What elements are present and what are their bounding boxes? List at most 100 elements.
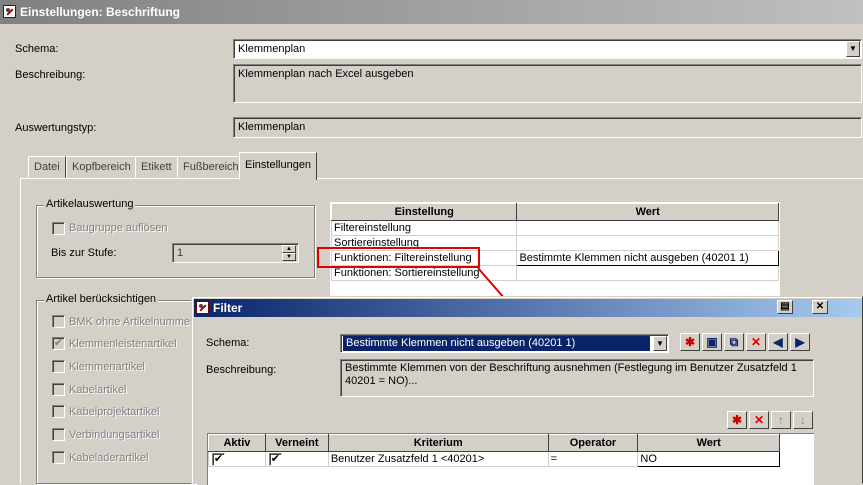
- save-schema-button[interactable]: ▣: [702, 333, 722, 351]
- filter-dialog-titlebar[interactable]: Filter ▤ ✕: [194, 299, 862, 317]
- auswertungstyp-value: Klemmenplan: [238, 121, 306, 133]
- bis-stufe-label: Bis zur Stufe:: [51, 247, 117, 259]
- schema-dropdown-button[interactable]: ▼: [846, 41, 860, 57]
- auswertungstyp-label: Auswertungstyp:: [15, 122, 97, 134]
- baugruppe-checkbox[interactable]: [52, 222, 65, 235]
- artikel-checkbox[interactable]: [52, 360, 65, 373]
- app-logo-icon: [196, 301, 209, 314]
- filter-dialog-title: Filter: [213, 301, 243, 315]
- artikelauswertung-title: Artikelauswertung: [44, 198, 136, 210]
- artikel-checkbox[interactable]: [52, 451, 65, 464]
- annotation-highlight-box: [317, 247, 480, 268]
- cell-verneint[interactable]: ✔: [264, 451, 329, 467]
- import-icon: ◀: [773, 335, 783, 349]
- window-title: Einstellungen: Beschriftung: [20, 5, 181, 19]
- cell-wert[interactable]: [516, 265, 779, 281]
- column-header-aktiv[interactable]: Aktiv: [208, 434, 266, 452]
- cell-wert[interactable]: [516, 235, 779, 251]
- criteria-grid: Aktiv Verneint Kriterium Operator Wert ✔…: [208, 434, 780, 467]
- table-row[interactable]: Filtereinstellung: [330, 220, 779, 236]
- cell-wert[interactable]: Bestimmte Klemmen nicht ausgeben (40201 …: [516, 250, 779, 266]
- window-titlebar[interactable]: Einstellungen: Beschriftung: [0, 0, 863, 24]
- artikel-checkbox[interactable]: [52, 428, 65, 441]
- cell-wert[interactable]: [516, 220, 779, 236]
- column-header-wert[interactable]: Wert: [516, 203, 779, 221]
- delete-icon: ✕: [750, 335, 762, 349]
- cell-operator[interactable]: =: [547, 451, 639, 467]
- column-header-einstellung[interactable]: Einstellung: [330, 203, 518, 221]
- new-schema-button[interactable]: ✱: [680, 333, 700, 351]
- auswertungstyp-field[interactable]: Klemmenplan: [233, 117, 862, 138]
- move-down-button[interactable]: ↓: [793, 411, 813, 429]
- close-icon: ✕: [815, 301, 825, 312]
- add-criterion-button[interactable]: ✱: [727, 411, 747, 429]
- filter-dialog: Filter ▤ ✕ Schema: Bestimmte Klemmen nic…: [191, 296, 863, 485]
- tab-datei[interactable]: Datei: [28, 156, 66, 178]
- check-icon: ✔: [53, 337, 64, 349]
- column-header-kriterium[interactable]: Kriterium: [327, 434, 549, 452]
- artikel-checkbox[interactable]: [52, 315, 65, 328]
- bis-stufe-value: 1: [177, 247, 184, 259]
- app-logo-icon: [3, 5, 16, 18]
- column-header-verneint[interactable]: Verneint: [264, 434, 329, 452]
- tab-fussbereich[interactable]: Fußbereich: [177, 156, 245, 178]
- beschreibung-value: Klemmenplan nach Excel ausgeben: [238, 68, 414, 80]
- verneint-checkbox[interactable]: ✔: [268, 453, 282, 466]
- schema-combo[interactable]: Klemmenplan: [233, 39, 862, 59]
- export-schema-button[interactable]: ▶: [790, 333, 810, 351]
- aktiv-checkbox[interactable]: ✔: [212, 453, 225, 466]
- artikel-checkbox-label: Kabelprojektartikel: [69, 406, 160, 418]
- artikel-checkbox-label: Verbindungsartikel: [69, 429, 160, 441]
- cell-einstellung[interactable]: Filtereinstellung: [330, 220, 518, 236]
- check-icon: ✔: [213, 453, 224, 465]
- spin-down-button[interactable]: ▼: [282, 253, 296, 261]
- check-icon: ✔: [270, 453, 280, 465]
- chevron-down-icon: ▼: [656, 339, 664, 348]
- move-down-icon: ↓: [800, 413, 806, 427]
- new-row-icon: ✱: [731, 413, 743, 427]
- print-button[interactable]: ▤: [777, 300, 793, 314]
- delete-row-icon: ✕: [753, 413, 765, 427]
- remove-criterion-button[interactable]: ✕: [749, 411, 769, 429]
- schema-value: Klemmenplan: [238, 43, 306, 55]
- filter-schema-combo[interactable]: Bestimmte Klemmen nicht ausgeben (40201 …: [340, 334, 669, 353]
- spin-up-button[interactable]: ▲: [282, 245, 296, 253]
- cell-aktiv[interactable]: ✔: [208, 451, 266, 467]
- move-up-button[interactable]: ↑: [771, 411, 791, 429]
- import-schema-button[interactable]: ◀: [768, 333, 788, 351]
- baugruppe-label: Baugruppe auflösen: [69, 222, 168, 234]
- export-icon: ▶: [795, 335, 805, 349]
- print-icon: ▤: [780, 301, 790, 312]
- filter-beschreibung-field[interactable]: Bestimmte Klemmen von der Beschriftung a…: [340, 359, 814, 397]
- filter-schema-dropdown-button[interactable]: ▼: [653, 336, 667, 351]
- settings-grid: Einstellung Wert Filtereinstellung Sorti…: [330, 203, 779, 281]
- beschreibung-label: Beschreibung:: [15, 69, 86, 81]
- new-icon: ✱: [684, 335, 696, 349]
- beschreibung-field[interactable]: Klemmenplan nach Excel ausgeben: [233, 64, 862, 103]
- copy-schema-button[interactable]: ⧉: [724, 333, 744, 351]
- bis-stufe-input[interactable]: 1: [172, 243, 299, 263]
- delete-schema-button[interactable]: ✕: [746, 333, 766, 351]
- save-icon: ▣: [706, 335, 718, 349]
- tab-kopfbereich[interactable]: Kopfbereich: [66, 156, 137, 178]
- filter-schema-value: Bestimmte Klemmen nicht ausgeben (40201 …: [343, 336, 650, 351]
- cell-kriterium[interactable]: Benutzer Zusatzfeld 1 <40201>: [327, 451, 549, 467]
- spin-down-icon: ▼: [286, 254, 292, 260]
- close-button[interactable]: ✕: [812, 300, 828, 314]
- cell-wert[interactable]: NO: [637, 451, 780, 467]
- chevron-down-icon: ▼: [849, 44, 857, 53]
- tab-etikett[interactable]: Etikett: [135, 156, 178, 178]
- table-row[interactable]: ✔ ✔ Benutzer Zusatzfeld 1 <40201> = NO: [208, 451, 780, 467]
- artikel-checkbox-label: Kabelartikel: [69, 384, 127, 396]
- tab-einstellungen[interactable]: Einstellungen: [239, 152, 318, 180]
- copy-icon: ⧉: [729, 335, 739, 349]
- column-header-operator[interactable]: Operator: [547, 434, 639, 452]
- move-up-icon: ↑: [778, 413, 784, 427]
- column-header-wert[interactable]: Wert: [637, 434, 780, 452]
- artikel-checkbox-label: Klemmenleistenartikel: [69, 338, 177, 350]
- artikel-checkbox[interactable]: ✔: [52, 337, 65, 350]
- artikel-checkbox[interactable]: [52, 383, 65, 396]
- artikel-checkbox[interactable]: [52, 405, 65, 418]
- artikelauswertung-group: Artikelauswertung: [36, 198, 315, 278]
- artikel-checkbox-label: BMK ohne Artikelnummer: [69, 316, 194, 328]
